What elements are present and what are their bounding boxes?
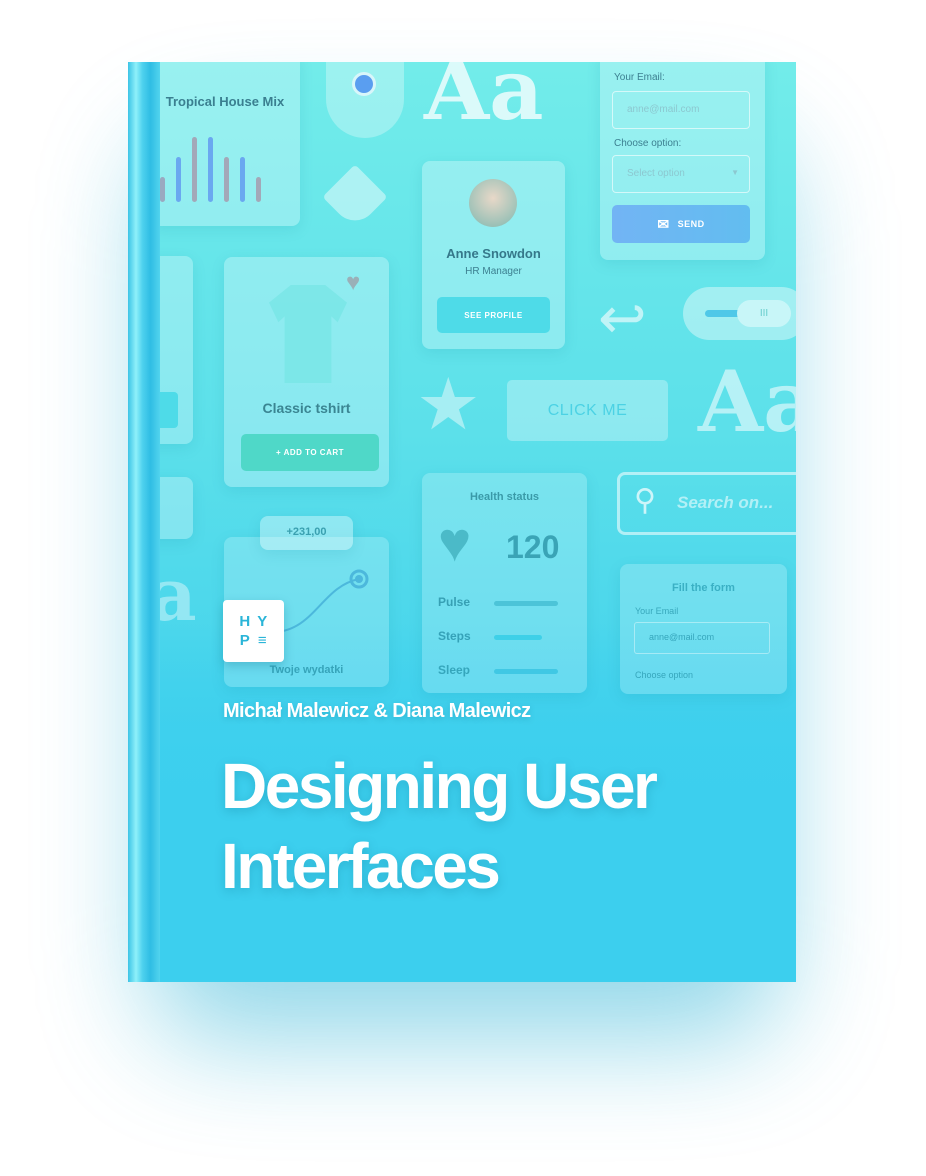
option-label: Choose option: — [614, 138, 682, 149]
health-value: 120 — [506, 529, 560, 565]
fill-email-label: Your Email — [635, 606, 679, 616]
profile-card: Anne Snowdon HR Manager SEE PROFILE — [422, 161, 565, 349]
fill-form-title: Fill the form — [672, 582, 735, 594]
tshirt-image — [269, 285, 347, 383]
tooltip-value: +231,00 — [286, 526, 327, 538]
toggle-switch[interactable]: III — [683, 287, 796, 340]
title-line-2: Interfaces — [221, 830, 501, 902]
logo-letter-e: ≡ — [257, 632, 267, 649]
option-placeholder: Select option — [627, 168, 685, 179]
health-status-card: Health status ♥ 120 Pulse Steps Sleep — [422, 473, 587, 693]
typography-aa-right: Aa — [698, 352, 796, 451]
star-icon: ★ — [416, 365, 481, 445]
send-button[interactable]: ✉ SEND — [612, 205, 750, 243]
tshirt-card: ♥ Classic tshirt + ADD TO CART — [224, 257, 389, 487]
tshirt-title: Classic tshirt — [262, 400, 351, 416]
knob-dot — [352, 72, 376, 96]
typography-aa-top: Aa — [424, 62, 544, 139]
profile-role: HR Manager — [465, 266, 522, 277]
sleep-bar — [494, 669, 558, 674]
see-profile-button[interactable]: SEE PROFILE — [437, 297, 550, 333]
heart-icon: ♥ — [346, 269, 361, 296]
fill-option-label: Choose option — [635, 670, 694, 680]
search-icon: ⚲ — [634, 484, 656, 517]
add-to-cart-button[interactable]: + ADD TO CART — [241, 434, 379, 471]
email-form-card: Your Email: anne@mail.com Choose option:… — [600, 62, 765, 260]
book-spine — [128, 62, 160, 982]
book-title: Designing User Interfaces — [221, 746, 658, 906]
steps-label: Steps — [438, 629, 471, 643]
search-input[interactable]: ⚲ Search on... — [617, 472, 796, 535]
option-select[interactable]: Select option ▼ — [612, 155, 750, 193]
authors: Michał Malewicz & Diana Malewicz — [223, 700, 531, 722]
equalizer-bars — [160, 132, 290, 202]
pulse-bar — [494, 601, 558, 606]
steps-bar — [494, 635, 542, 640]
click-me-button[interactable]: CLICK ME — [507, 380, 668, 441]
fill-email-input[interactable]: anne@mail.com — [634, 622, 770, 654]
logo-letter-p: P — [239, 632, 250, 649]
reply-arrow-icon: ↩ — [598, 286, 647, 351]
tag-icon — [322, 164, 388, 230]
profile-name: Anne Snowdon — [446, 246, 541, 261]
chart-caption: Twoje wydatki — [269, 664, 344, 676]
email-input[interactable]: anne@mail.com — [612, 91, 750, 129]
toggle-thumb: III — [737, 300, 791, 327]
title-line-1: Designing User — [221, 750, 658, 822]
send-label: SEND — [677, 219, 705, 229]
music-card: Tropical House Mix — [150, 62, 300, 226]
sleep-label: Sleep — [438, 663, 471, 677]
email-label: Your Email: — [614, 72, 665, 83]
slider-knob — [326, 62, 404, 138]
search-placeholder: Search on... — [677, 493, 774, 512]
envelope-icon: ✉ — [657, 215, 670, 232]
avatar — [469, 179, 517, 227]
logo-letter-h: H — [239, 613, 251, 630]
heart-icon: ♥ — [438, 510, 472, 573]
health-title: Health status — [469, 491, 540, 503]
chevron-down-icon: ▼ — [731, 168, 739, 177]
book-cover: Tropical House Mix Aa Your Email: anne@m… — [128, 62, 796, 982]
logo-letter-y: Y — [257, 613, 268, 630]
music-title: Tropical House Mix — [165, 94, 285, 109]
pulse-label: Pulse — [438, 595, 471, 609]
chart-tooltip: +231,00 — [260, 516, 353, 550]
fill-form-card: Fill the form Your Email anne@mail.com C… — [620, 564, 787, 694]
hype-logo: H Y P ≡ — [223, 600, 284, 662]
